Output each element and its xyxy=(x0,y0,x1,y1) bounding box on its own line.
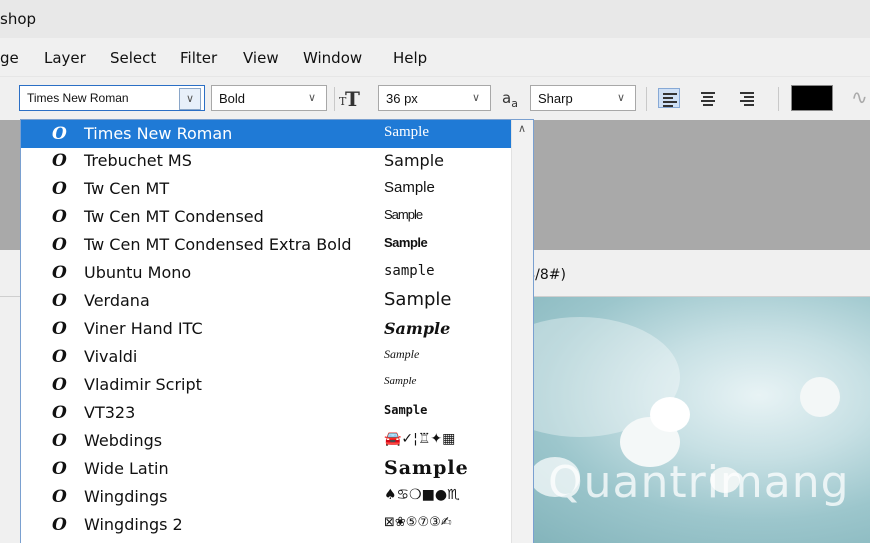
font-size-icon: TT xyxy=(339,87,360,111)
opentype-icon: O xyxy=(52,263,67,283)
font-item-sample: Sample xyxy=(384,151,444,170)
font-item-sample: sample xyxy=(384,263,435,279)
separator xyxy=(646,87,647,111)
font-item-wingdings-2[interactable]: O Wingdings 2 ⊠❀⑤⑦③✍ xyxy=(21,511,513,539)
opentype-icon: O xyxy=(52,515,67,535)
font-family-value: Times New Roman xyxy=(27,91,129,105)
opentype-icon: O xyxy=(52,291,67,311)
align-left-button[interactable] xyxy=(658,88,680,108)
opentype-icon: O xyxy=(52,487,67,507)
watermark: Quantrimang xyxy=(548,457,850,508)
separator xyxy=(778,87,779,111)
opentype-icon: O xyxy=(52,207,67,227)
text-color-swatch[interactable] xyxy=(791,85,833,111)
font-item-sample: Sample xyxy=(384,124,429,140)
font-item-partial[interactable]: O xyxy=(21,539,513,543)
font-item-name: VT323 xyxy=(84,403,136,422)
opentype-icon: O xyxy=(52,179,67,199)
font-item-tw-cen-mt[interactable]: O Tw Cen MT Sample xyxy=(21,175,513,203)
menu-image[interactable]: ge xyxy=(0,49,19,67)
options-bar: Times New Roman ∨ Bold ∨ TT 36 px ∨ aa S… xyxy=(0,76,870,121)
opentype-icon: O xyxy=(52,459,67,479)
font-item-sample: 🚘✓¦♖✦▦ xyxy=(384,431,456,447)
menu-window[interactable]: Window xyxy=(303,49,362,67)
opentype-icon: O xyxy=(52,124,67,144)
chevron-down-icon[interactable]: ∨ xyxy=(466,87,486,109)
font-item-sample: Sample xyxy=(384,207,423,222)
font-size-value: 36 px xyxy=(386,91,418,106)
font-item-name: Wingdings xyxy=(84,487,168,506)
font-item-sample: Sample xyxy=(384,235,428,250)
warp-text-icon[interactable]: ∿ xyxy=(851,85,868,110)
antialias-value: Sharp xyxy=(538,91,573,106)
font-item-name: Vladimir Script xyxy=(84,375,202,394)
font-family-dropdown[interactable]: Times New Roman ∨ xyxy=(19,85,205,111)
font-item-wide-latin[interactable]: O Wide Latin Sample xyxy=(21,455,513,483)
opentype-icon: O xyxy=(52,375,67,395)
font-item-sample: Sample xyxy=(384,179,435,196)
font-item-name: Tw Cen MT Condensed xyxy=(84,207,264,226)
opentype-icon: O xyxy=(52,235,67,255)
menu-bar: ge Layer Select Filter View Window Help xyxy=(0,38,870,76)
opentype-icon: O xyxy=(52,319,67,339)
font-size-dropdown[interactable]: 36 px ∨ xyxy=(378,85,491,111)
font-item-viner-hand-itc[interactable]: O Viner Hand ITC Sample xyxy=(21,315,513,343)
antialias-dropdown[interactable]: Sharp ∨ xyxy=(530,85,636,111)
opentype-icon: O xyxy=(52,347,67,367)
menu-layer[interactable]: Layer xyxy=(44,49,86,67)
menu-filter[interactable]: Filter xyxy=(180,49,217,67)
font-item-sample: ⊠❀⑤⑦③✍ xyxy=(384,515,452,530)
font-item-verdana[interactable]: O Verdana Sample xyxy=(21,287,513,315)
font-item-wingdings[interactable]: O Wingdings ♠♋❍■●♏ xyxy=(21,483,513,511)
font-item-ubuntu-mono[interactable]: O Ubuntu Mono sample xyxy=(21,259,513,287)
font-style-value: Bold xyxy=(219,91,246,106)
font-item-name: Verdana xyxy=(84,291,150,310)
font-item-times-new-roman[interactable]: O Times New Roman Sample xyxy=(21,120,513,148)
chevron-down-icon[interactable]: ∨ xyxy=(179,88,201,110)
font-item-name: Viner Hand ITC xyxy=(84,319,203,338)
font-item-name: Tw Cen MT xyxy=(84,179,170,198)
font-item-name: Wingdings 2 xyxy=(84,515,183,534)
menu-help[interactable]: Help xyxy=(393,49,427,67)
align-right-button[interactable] xyxy=(736,88,758,108)
font-item-name: Trebuchet MS xyxy=(84,151,192,170)
window-title: shop xyxy=(0,10,37,28)
font-item-name: Times New Roman xyxy=(84,124,233,143)
font-item-name: Vivaldi xyxy=(84,347,138,366)
font-style-dropdown[interactable]: Bold ∨ xyxy=(211,85,327,111)
font-list-dropdown[interactable]: O Times New Roman Sample O Trebuchet MS … xyxy=(20,119,534,543)
font-list-scrollbar[interactable]: ∧ xyxy=(511,120,533,543)
font-item-sample: Sample xyxy=(384,403,428,417)
chevron-down-icon[interactable]: ∨ xyxy=(302,87,322,109)
opentype-icon: O xyxy=(52,151,67,171)
font-item-name: Ubuntu Mono xyxy=(84,263,192,282)
opentype-icon: O xyxy=(52,431,67,451)
font-item-sample: ♠♋❍■●♏ xyxy=(384,487,460,503)
opentype-icon: O xyxy=(52,403,67,423)
separator xyxy=(334,87,335,111)
font-item-trebuchet-ms[interactable]: O Trebuchet MS Sample xyxy=(21,147,513,175)
menu-view[interactable]: View xyxy=(243,49,279,67)
font-item-vivaldi[interactable]: O Vivaldi Sample xyxy=(21,343,513,371)
font-item-name: Webdings xyxy=(84,431,163,450)
font-item-sample: Sample xyxy=(384,319,451,338)
font-item-name: Wide Latin xyxy=(84,459,169,478)
font-item-tw-cen-mt-condensed[interactable]: O Tw Cen MT Condensed Sample xyxy=(21,203,513,231)
font-item-sample: Sample xyxy=(384,375,417,387)
font-item-webdings[interactable]: O Webdings 🚘✓¦♖✦▦ xyxy=(21,427,513,455)
menu-select[interactable]: Select xyxy=(110,49,156,67)
title-bar: shop xyxy=(0,0,870,39)
font-item-vladimir-script[interactable]: O Vladimir Script Sample xyxy=(21,371,513,399)
font-item-name: Tw Cen MT Condensed Extra Bold xyxy=(84,235,352,254)
chevron-down-icon[interactable]: ∨ xyxy=(611,87,631,109)
align-center-button[interactable] xyxy=(697,88,719,108)
font-item-tw-cen-mt-condensed-extra-bold[interactable]: O Tw Cen MT Condensed Extra Bold Sample xyxy=(21,231,513,259)
chevron-up-icon[interactable]: ∧ xyxy=(512,122,532,140)
antialias-icon: aa xyxy=(502,89,518,110)
font-item-sample: Sample xyxy=(384,289,452,310)
font-item-vt323[interactable]: O VT323 Sample xyxy=(21,399,513,427)
font-item-sample: Sample xyxy=(384,347,420,361)
font-item-sample: Sample xyxy=(384,457,469,479)
